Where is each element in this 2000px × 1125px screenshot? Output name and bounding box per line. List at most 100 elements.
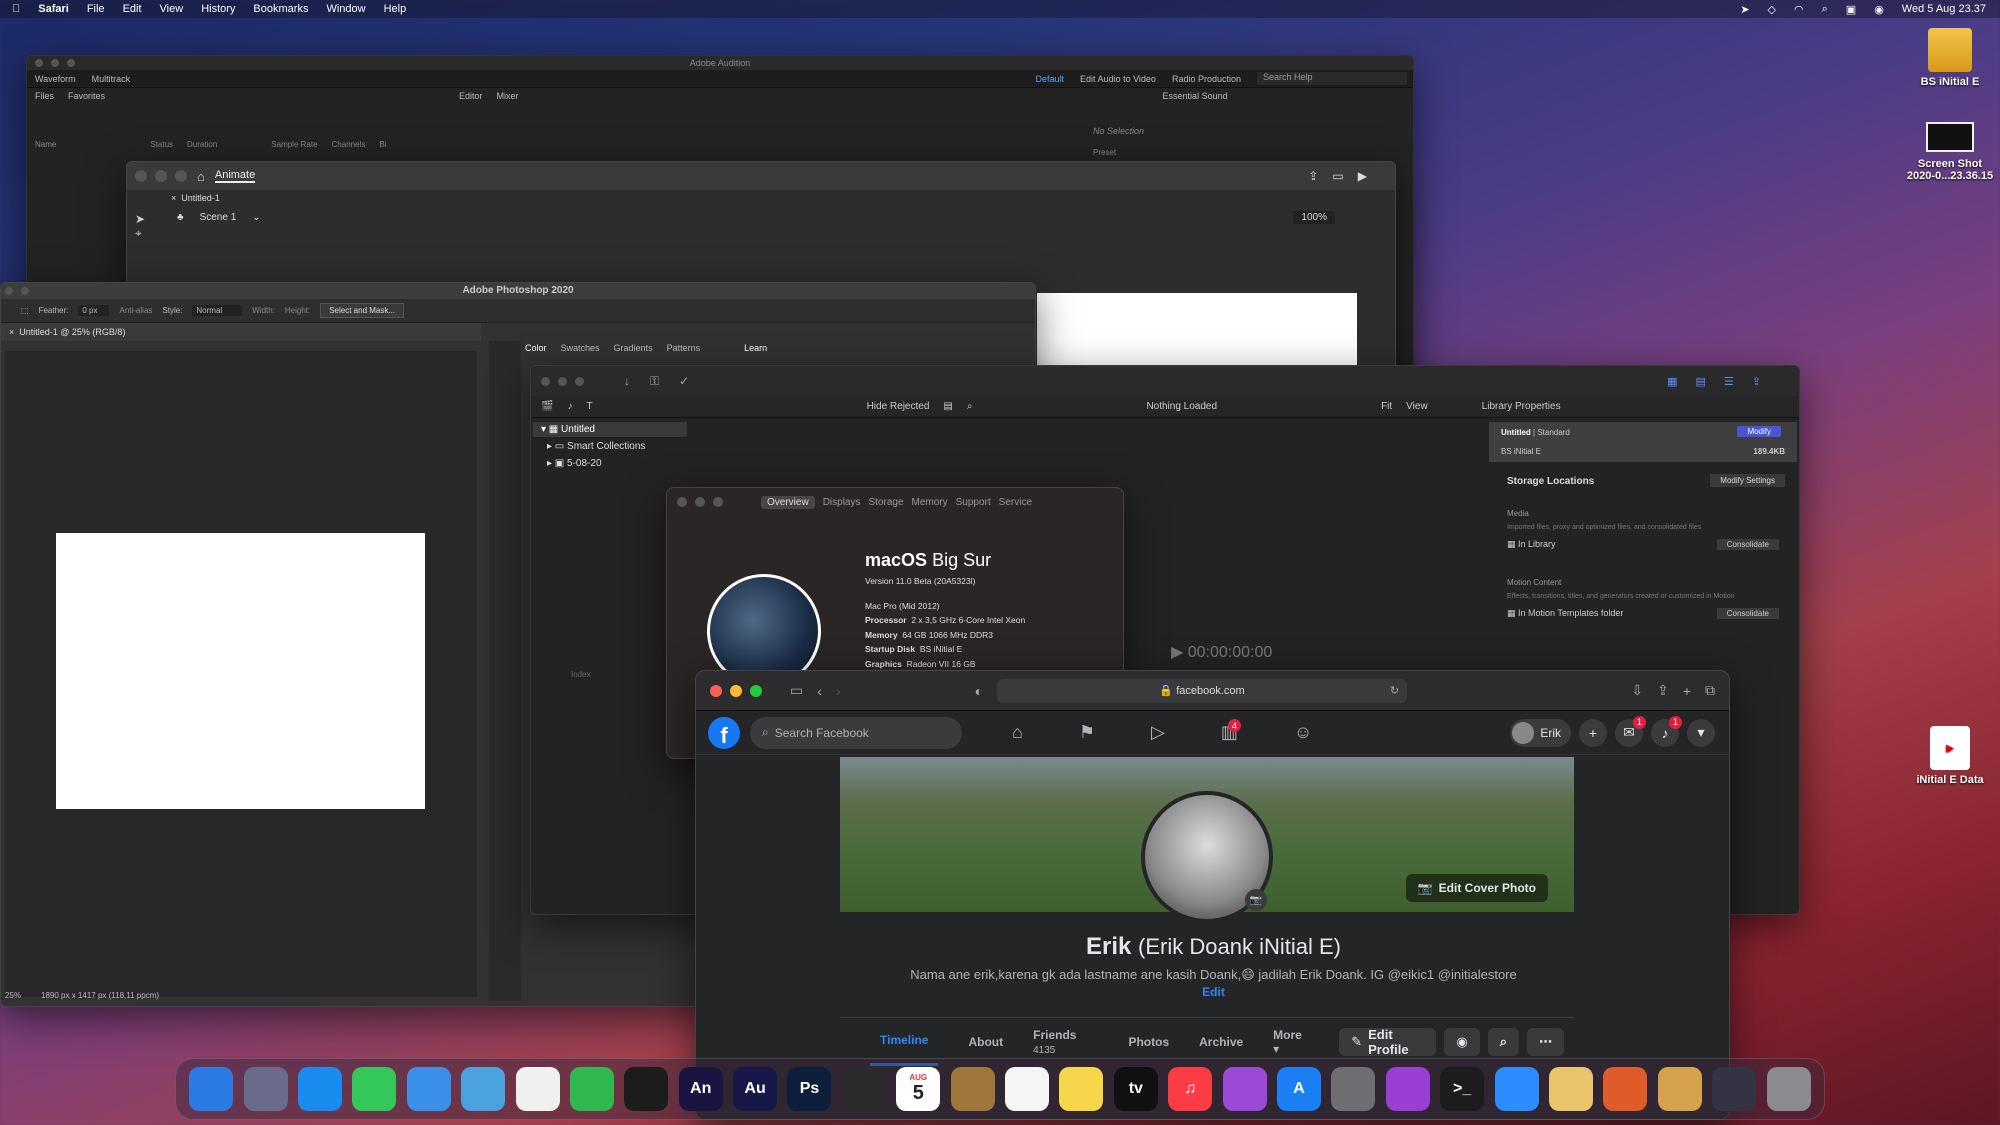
scene-selector[interactable]: Scene 1 — [200, 212, 237, 223]
dock-app-icon[interactable]: An — [678, 1067, 723, 1111]
multitrack-button[interactable]: Multitrack — [92, 74, 131, 84]
menu-help[interactable]: Help — [384, 3, 407, 15]
wifi-icon[interactable]: ◠ — [1794, 3, 1804, 16]
photoshop-zoom[interactable]: 25% — [5, 991, 21, 1000]
create-icon[interactable]: + — [1579, 718, 1607, 747]
anti-alias-checkbox[interactable]: Anti-alias — [119, 306, 152, 315]
event-item[interactable]: ▸ ▣ 5-08-20 — [533, 456, 687, 471]
dropbox-icon[interactable]: ◇ — [1768, 3, 1776, 16]
dock-app-icon[interactable] — [1222, 1067, 1267, 1111]
close-button[interactable] — [541, 376, 550, 386]
view-select[interactable]: View — [1406, 401, 1428, 412]
dock-app-icon[interactable] — [1494, 1067, 1539, 1111]
view-as-eye-icon[interactable]: ◉ — [1444, 1027, 1480, 1056]
siri-icon[interactable]: ◉ — [1874, 3, 1884, 16]
dock-app-icon[interactable]: A — [1277, 1067, 1321, 1111]
smart-collections[interactable]: ▸ ▭ Smart Collections — [533, 437, 687, 456]
address-bar[interactable]: 🔒 facebook.com ↻ — [997, 678, 1408, 703]
fit-select[interactable]: Fit — [1381, 401, 1392, 412]
tab-memory[interactable]: Memory — [912, 497, 948, 508]
apple-icon[interactable]:  — [12, 3, 20, 15]
facebook-logo-icon[interactable]: f — [708, 716, 740, 749]
notifications-bell-icon[interactable]: ♪ 1 — [1651, 715, 1682, 747]
marketplace-icon[interactable]: ▥ 4 — [1221, 719, 1241, 743]
dock-app-icon[interactable] — [243, 1067, 288, 1111]
col-duration[interactable]: Duration — [187, 140, 217, 149]
swatches-tab[interactable]: Swatches — [561, 343, 600, 353]
close-button[interactable] — [677, 497, 687, 507]
tab-displays[interactable]: Displays — [823, 497, 861, 508]
menu-clock[interactable]: Wed 5 Aug 23.37 — [1902, 3, 1986, 15]
reload-icon[interactable]: ↻ — [1390, 684, 1399, 697]
style-select[interactable]: Normal — [192, 305, 243, 316]
facebook-search[interactable]: ⌕ Search Facebook — [750, 716, 962, 749]
zoom-button[interactable] — [750, 684, 762, 697]
location-icon[interactable]: ➤ — [1740, 3, 1749, 16]
audition-search[interactable]: Search Help — [1257, 72, 1407, 85]
desktop-data-icon[interactable]: ▶ iNitial E Data — [1895, 726, 2000, 786]
watch-icon[interactable]: ▷ — [1151, 722, 1165, 743]
files-tab[interactable]: Files — [35, 91, 54, 101]
minimize-button[interactable] — [730, 684, 742, 697]
desktop-drive-icon[interactable]: BS iNitial E — [1895, 28, 2000, 88]
photoshop-doc-status[interactable]: 1890 px x 1417 px (118,11 ppcm) — [41, 991, 159, 1000]
dock-app-icon[interactable]: tv — [1113, 1067, 1158, 1111]
dock-app-icon[interactable] — [1331, 1067, 1376, 1111]
tab-archive[interactable]: Archive — [1199, 1035, 1243, 1049]
new-tab-icon[interactable]: + — [1683, 683, 1691, 699]
edit-bio-link[interactable]: Edit — [696, 985, 1729, 999]
pages-flag-icon[interactable]: ⚑ — [1079, 722, 1095, 743]
dock-app-icon[interactable] — [1385, 1067, 1430, 1111]
editor-tab[interactable]: Editor — [459, 91, 483, 101]
privacy-shield-icon[interactable]: ◐ — [975, 683, 983, 699]
minimize-button[interactable] — [155, 170, 167, 182]
dock-app-icon[interactable] — [1603, 1067, 1648, 1111]
learn-tab[interactable]: Learn — [744, 343, 767, 353]
close-button[interactable] — [710, 684, 722, 697]
dock-app-icon[interactable] — [1712, 1067, 1757, 1111]
dock-app-icon[interactable] — [352, 1067, 397, 1111]
tab-storage[interactable]: Storage — [868, 497, 903, 508]
col-status[interactable]: Status — [150, 140, 173, 149]
marquee-tool-icon[interactable]: ⬚ — [21, 306, 29, 315]
back-icon[interactable]: ‹ — [817, 683, 822, 699]
minimize-button[interactable] — [21, 287, 29, 295]
dock-app-icon[interactable] — [461, 1067, 506, 1111]
profile-search-icon[interactable]: ⌕ — [1487, 1027, 1519, 1056]
messenger-icon[interactable]: ✉ 1 — [1615, 715, 1646, 747]
dock-app-icon[interactable]: ♫ — [1168, 1067, 1213, 1111]
tab-photos[interactable]: Photos — [1128, 1035, 1169, 1049]
mixer-tab[interactable]: Mixer — [497, 91, 519, 101]
filmstrip-icon[interactable]: ▤ — [943, 401, 952, 412]
camera-icon[interactable]: 📷 — [1245, 889, 1267, 911]
animate-doc-tab[interactable]: × Untitled-1 — [127, 190, 1395, 206]
dock-app-icon[interactable] — [406, 1067, 451, 1111]
menu-window[interactable]: Window — [326, 3, 365, 15]
tab-overview-icon[interactable]: ⧉ — [1705, 682, 1715, 699]
edit-cover-photo-button[interactable]: 📷 Edit Cover Photo — [1405, 874, 1548, 902]
menu-file[interactable]: File — [87, 3, 105, 15]
home-icon[interactable]: ⌂ — [197, 169, 205, 184]
downloads-icon[interactable]: ⇩ — [1631, 682, 1643, 699]
dock-app-icon[interactable] — [1657, 1067, 1702, 1111]
select-and-mask-button[interactable]: Select and Mask... — [320, 303, 405, 318]
tab-more[interactable]: More ▾ — [1273, 1028, 1309, 1056]
menu-app-name[interactable]: Safari — [38, 3, 69, 15]
gradients-tab[interactable]: Gradients — [614, 343, 653, 353]
account-menu-icon[interactable]: ▾ — [1687, 718, 1715, 747]
dock-app-icon[interactable] — [189, 1067, 234, 1111]
sidebar-icon[interactable]: ▭ — [790, 682, 803, 699]
patterns-tab[interactable]: Patterns — [667, 343, 701, 353]
dock-app-icon[interactable] — [569, 1067, 614, 1111]
workspace-default[interactable]: Default — [1036, 74, 1065, 84]
modify-button[interactable]: Modify — [1737, 426, 1781, 437]
zoom-button[interactable] — [713, 497, 723, 507]
forward-icon[interactable]: › — [836, 683, 841, 699]
dock-app-icon[interactable] — [515, 1067, 560, 1111]
color-tab[interactable]: Color — [525, 343, 547, 353]
profile-picture[interactable]: 📷 — [1141, 791, 1273, 923]
dock-app-icon[interactable]: Ps — [787, 1067, 832, 1111]
photos-icon[interactable]: ♪ — [567, 401, 572, 412]
animate-title-icons[interactable]: ⇪▭▶ — [1308, 169, 1381, 183]
edit-profile-button[interactable]: ✎ Edit Profile — [1339, 1027, 1437, 1057]
